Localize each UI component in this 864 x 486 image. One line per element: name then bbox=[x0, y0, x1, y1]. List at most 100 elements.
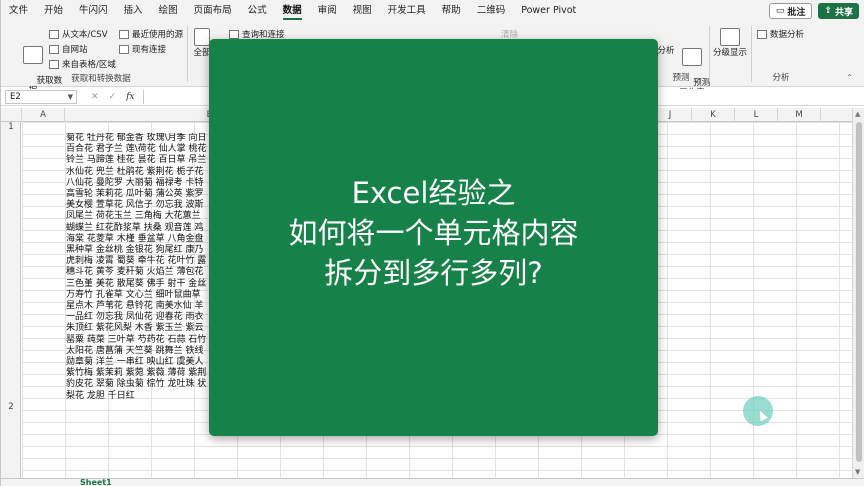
cell-b1-line: 罂粟 莼菜 三叶草 芍药花 石蒜 石竹 bbox=[66, 334, 207, 345]
enter-icon[interactable]: ✓ bbox=[109, 92, 117, 102]
formula-controls: ✕ ✓ fx bbox=[91, 92, 135, 102]
existing-connections-label: 现有连接 bbox=[132, 45, 167, 55]
cell-b1-line: 朱顶红 紫花风梨 木香 紫玉兰 紫云 bbox=[66, 323, 204, 334]
share-icon: ⇪ bbox=[824, 6, 832, 16]
column-header-l[interactable]: L bbox=[735, 108, 778, 122]
text-file-icon bbox=[49, 29, 59, 39]
cell-b1-line: 虎刺梅 凌霄 蜀葵 牵牛花 花叶竹 露 bbox=[66, 256, 207, 267]
tab-insert[interactable]: 插入 bbox=[116, 0, 151, 22]
cell-b1-line: 水仙花 兜兰 杜鹃花 紫荆花 栀子花 bbox=[66, 166, 204, 177]
tab-review[interactable]: 审阅 bbox=[310, 0, 345, 22]
cell-b1-line: 梨花 龙胆 千日红 bbox=[66, 390, 135, 401]
outline-button[interactable]: 分级显示 bbox=[711, 28, 749, 58]
recent-sources-label: 最近使用的源 bbox=[132, 30, 184, 40]
cell-b1-line: 铃兰 马蹄莲 桂花 昙花 百日草 吊兰 bbox=[66, 155, 207, 166]
comments-button[interactable]: ▭ 批注 bbox=[768, 3, 813, 19]
from-text-csv-label: 从文本/CSV bbox=[62, 30, 108, 40]
cell-b1-line: 海棠 花菱草 木槿 垂盆草 八角金盘 bbox=[66, 233, 204, 244]
web-icon bbox=[49, 44, 59, 54]
what-if-label: 分析 bbox=[657, 46, 675, 56]
from-table-button[interactable]: 来自表格/区域 bbox=[49, 58, 116, 70]
data-analysis-button[interactable]: 数据分析 bbox=[757, 28, 804, 40]
scroll-thumb[interactable] bbox=[856, 122, 862, 462]
cell-b1-line: 黑种草 金丝桃 金银花 狗尾红 康乃 bbox=[66, 245, 204, 256]
name-box-value: E2 bbox=[10, 92, 21, 102]
scroll-up-icon[interactable]: ▲ bbox=[855, 110, 860, 118]
tab-draw[interactable]: 绘图 bbox=[151, 0, 186, 22]
column-header-k[interactable]: K bbox=[692, 108, 735, 122]
cell-b1-line: 勋章菊 洋兰 一串红 映山红 虞美人 bbox=[66, 357, 204, 368]
title-line-3: 拆分到多行多列? bbox=[324, 255, 543, 290]
excel-window: 文件 开始 牛闪闪 插入 绘图 页面布局 公式 数据 审阅 视图 开发工具 帮助… bbox=[0, 0, 864, 486]
group-analysis-label: 分析 bbox=[772, 73, 790, 83]
divider bbox=[709, 26, 710, 82]
cell-b1-line: 豹皮花 翠菊 除虫菊 棕竹 龙吐珠 状 bbox=[66, 379, 207, 390]
cell-b1-line: 星点木 芦苇花 悬铃花 南美水仙 羊 bbox=[66, 301, 204, 312]
refresh-all-label: 全部 bbox=[193, 48, 211, 58]
cell-b1-line: 八仙花 曼陀罗 大丽菊 福禄考 卡特 bbox=[66, 177, 204, 188]
chevron-down-icon[interactable]: ▼ bbox=[68, 91, 73, 103]
data-analysis-label: 数据分析 bbox=[770, 30, 805, 40]
title-card-text: Excel经验之 如何将一个单元格内容 拆分到多行多列? bbox=[288, 173, 578, 293]
tab-file[interactable]: 文件 bbox=[1, 0, 36, 22]
collapse-ribbon-icon[interactable]: ⌃ bbox=[846, 73, 853, 82]
title-line-1: Excel经验之 bbox=[351, 175, 516, 210]
comment-icon: ▭ bbox=[775, 6, 785, 16]
select-all-corner[interactable] bbox=[1, 108, 22, 122]
group-forecast-label: 预测 bbox=[672, 73, 690, 83]
tab-qrcode[interactable]: 二维码 bbox=[469, 0, 514, 22]
table-icon bbox=[49, 59, 59, 69]
cell-b1-content[interactable]: 菊花 牡丹花 郁金香 玫瑰\月季 向日 百合花 君子兰 莲\荷花 仙人掌 桃花 铃兰… bbox=[66, 133, 216, 402]
insert-function-icon[interactable]: fx bbox=[126, 92, 134, 102]
cancel-icon[interactable]: ✕ bbox=[91, 92, 99, 102]
tab-home[interactable]: 开始 bbox=[36, 0, 71, 22]
sheet-tab-bar: Sheet1 bbox=[1, 478, 864, 486]
cell-b1-line: 太阳花 唐菖蒲 天竺葵 跳舞兰 铁线 bbox=[66, 345, 204, 356]
cell-b1-line: 穗斗花 黄芩 麦秆菊 火焰兰 薄包花 bbox=[66, 267, 204, 278]
row-headers: 1 2 bbox=[1, 122, 21, 478]
column-header-a[interactable]: A bbox=[22, 108, 65, 122]
scroll-down-icon[interactable]: ▼ bbox=[855, 468, 860, 476]
comments-label: 批注 bbox=[787, 7, 806, 18]
group-get-transform-label: 获取和转换数据 bbox=[71, 74, 131, 84]
cell-b1-line: 凤尾兰 荷花玉兰 三角梅 大花蕙兰 bbox=[66, 211, 201, 222]
name-box[interactable]: E2 ▼ bbox=[5, 90, 77, 104]
recent-sources-button[interactable]: 最近使用的源 bbox=[119, 28, 183, 40]
cell-b1-line: 菊花 牡丹花 郁金香 玫瑰\月季 向日 bbox=[66, 133, 207, 143]
tab-help[interactable]: 帮助 bbox=[434, 0, 469, 22]
what-if-analysis-button[interactable]: 分析 bbox=[656, 46, 676, 56]
cell-b1-line: 三色堇 美花 散尾葵 佛手 射干 金丝 bbox=[66, 278, 207, 289]
row-header-1[interactable]: 1 bbox=[1, 122, 21, 132]
cell-b1-line: 百合花 君子兰 莲\荷花 仙人掌 桃花 bbox=[66, 144, 207, 155]
tab-developer[interactable]: 开发工具 bbox=[380, 0, 434, 22]
title-card: Excel经验之 如何将一个单元格内容 拆分到多行多列? bbox=[209, 39, 658, 436]
ribbon-tabs: 文件 开始 牛闪闪 插入 绘图 页面布局 公式 数据 审阅 视图 开发工具 帮助… bbox=[1, 0, 864, 22]
data-analysis-icon bbox=[757, 29, 767, 39]
divider bbox=[751, 26, 752, 82]
share-label: 共享 bbox=[834, 7, 853, 18]
queries-icon bbox=[229, 29, 239, 39]
tab-view[interactable]: 视图 bbox=[345, 0, 380, 22]
tab-page-layout[interactable]: 页面布局 bbox=[186, 0, 240, 22]
cell-b1-line: 一品红 勿忘我 凤仙花 迎春花 雨衣 bbox=[66, 312, 204, 323]
from-web-button[interactable]: 自网站 bbox=[49, 43, 88, 55]
tab-power-pivot[interactable]: Power Pivot bbox=[513, 0, 584, 22]
title-line-2: 如何将一个单元格内容 bbox=[288, 215, 579, 250]
cell-b1-line: 蝴蝶兰 红花酢浆草 扶桑 观音莲 鸡 bbox=[66, 222, 204, 233]
tab-niushanshan[interactable]: 牛闪闪 bbox=[71, 0, 116, 22]
recent-icon bbox=[119, 29, 129, 39]
sheet-tab-sheet1[interactable]: Sheet1 bbox=[75, 479, 117, 486]
cell-b1-line: 万寿竹 孔雀草 文心兰 细叶鼠曲草 bbox=[66, 289, 201, 300]
divider bbox=[187, 26, 188, 82]
refresh-icon bbox=[194, 28, 210, 46]
vertical-scrollbar[interactable]: ▲ ▼ bbox=[852, 108, 864, 478]
row-header-2[interactable]: 2 bbox=[1, 402, 21, 412]
from-table-label: 来自表格/区域 bbox=[62, 60, 116, 70]
existing-connections-button[interactable]: 现有连接 bbox=[119, 43, 166, 55]
tab-data[interactable]: 数据 bbox=[275, 0, 310, 22]
column-header-m[interactable]: M bbox=[778, 108, 821, 122]
share-button[interactable]: ⇪ 共享 bbox=[818, 3, 859, 19]
tab-formulas[interactable]: 公式 bbox=[240, 0, 275, 22]
from-text-csv-button[interactable]: 从文本/CSV bbox=[49, 28, 108, 40]
forecast-chart-icon bbox=[682, 48, 702, 66]
